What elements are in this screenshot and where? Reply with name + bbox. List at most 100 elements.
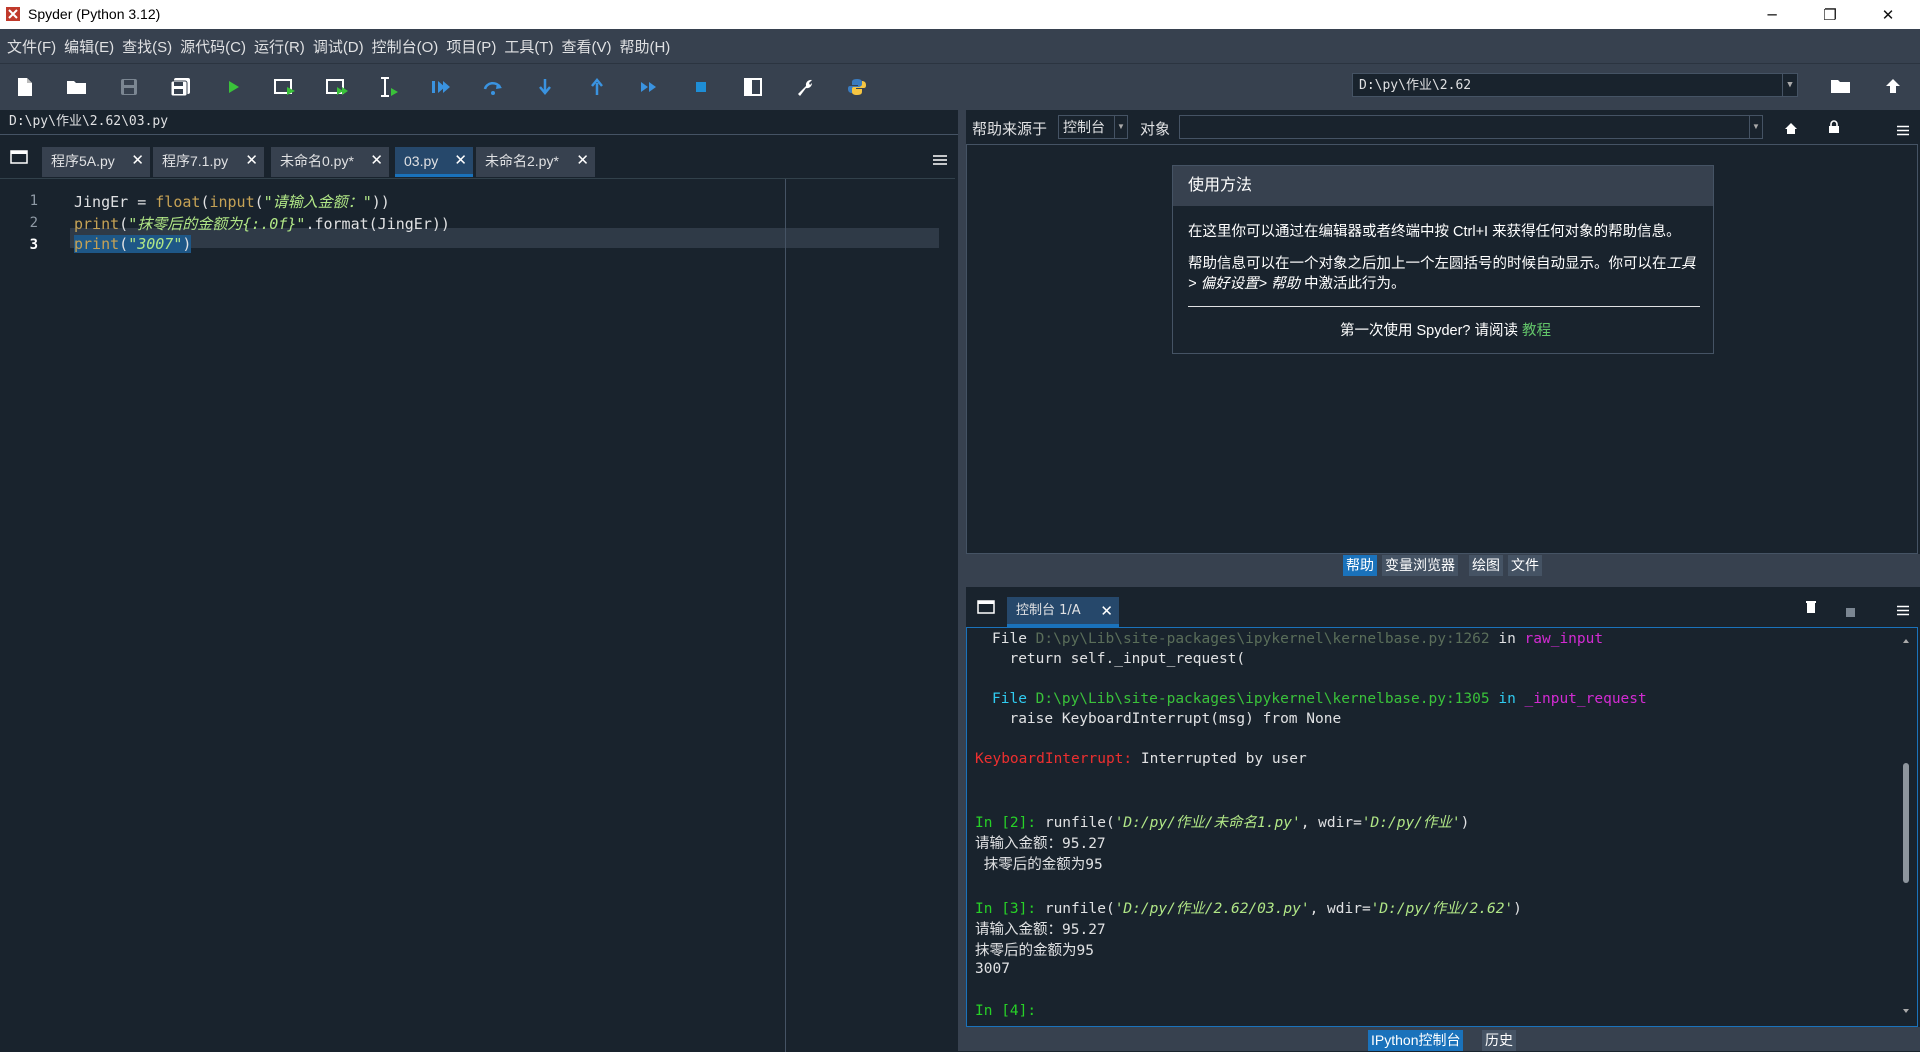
tutorial-line: 第一次使用 Spyder? 请阅读 教程	[1339, 323, 1552, 339]
save-all-icon[interactable]	[166, 72, 196, 102]
options-menu-icon[interactable]	[932, 151, 948, 170]
restore-button[interactable]: ❐	[1801, 0, 1859, 29]
close-icon[interactable]: ✕	[245, 147, 258, 175]
options-menu-icon[interactable]	[1896, 121, 1910, 140]
menu-edit[interactable]: 编辑(E)	[60, 36, 118, 57]
help-source-combo[interactable]: 控制台 ▼	[1058, 115, 1128, 139]
interrupt-kernel-icon[interactable]	[1846, 602, 1855, 621]
step-return-icon[interactable]	[582, 72, 612, 102]
close-icon[interactable]: ✕	[370, 147, 383, 175]
options-menu-icon[interactable]	[1896, 601, 1910, 620]
code-line: JingEr = float(input("请输入金额："))	[74, 193, 390, 211]
menu-file[interactable]: 文件(F)	[0, 36, 60, 57]
browse-tabs-icon[interactable]	[977, 599, 995, 618]
clear-console-icon[interactable]	[1805, 599, 1817, 618]
console-input-line: In [3]: runfile('D:/py/作业/2.62/03.py', w…	[975, 901, 1522, 917]
tab-label: 未命名2.py*	[485, 153, 559, 169]
close-icon[interactable]: ✕	[131, 147, 144, 175]
tutorial-link[interactable]: 教程	[1522, 323, 1551, 339]
edge-line	[785, 179, 786, 1052]
console-pane-tabs: IPython控制台 历史	[966, 1027, 1920, 1051]
tab-history[interactable]: 历史	[1482, 1030, 1516, 1051]
close-icon[interactable]: ✕	[1100, 597, 1113, 625]
editor-tab-active[interactable]: 03.py ✕	[395, 147, 473, 177]
menu-run[interactable]: 运行(R)	[250, 36, 309, 57]
console-output-line: 3007	[975, 961, 1010, 977]
close-window-button[interactable]: ✕	[1859, 0, 1917, 29]
usage-card-title: 使用方法	[1173, 166, 1713, 206]
wrench-icon[interactable]	[790, 72, 820, 102]
browse-directory-icon[interactable]	[1826, 71, 1856, 101]
help-toolbar: 帮助来源于 控制台 ▼ 对象 ▼	[966, 110, 1920, 144]
lock-icon[interactable]	[1828, 119, 1840, 138]
editor-tab[interactable]: 未命名2.py* ✕	[476, 147, 595, 177]
step-over-icon[interactable]	[478, 72, 508, 102]
code-line-selected: print("3007")	[74, 235, 192, 253]
line-number: 2	[29, 215, 38, 231]
save-icon[interactable]	[114, 72, 144, 102]
menu-view[interactable]: 查看(V)	[557, 36, 615, 57]
browse-tabs-icon[interactable]	[10, 149, 28, 168]
step-into-icon[interactable]	[530, 72, 560, 102]
title-bar: Spyder (Python 3.12) ─ ❐ ✕	[0, 0, 1920, 29]
editor-file-path: D:\py\作业\2.62\03.py	[0, 110, 958, 134]
usage-paragraph-1: 在这里你可以通过在编辑器或者终端中按 Ctrl+I 来获得任何对象的帮助信息。	[1188, 224, 1681, 240]
open-folder-icon[interactable]	[62, 72, 92, 102]
console-line: File D:\py\Lib\site-packages\ipykernel\k…	[992, 631, 1604, 647]
close-icon[interactable]: ✕	[576, 147, 589, 175]
divider	[1188, 306, 1700, 307]
ipython-console[interactable]: File D:\py\Lib\site-packages\ipykernel\k…	[966, 627, 1918, 1027]
close-icon[interactable]: ✕	[454, 147, 467, 175]
object-input[interactable]: ▼	[1179, 115, 1763, 139]
help-pane-tabs: 帮助 变量浏览器 绘图 文件	[966, 554, 1920, 577]
chevron-down-icon[interactable]: ▼	[1782, 74, 1797, 96]
home-icon[interactable]	[1784, 120, 1798, 139]
window-title: Spyder (Python 3.12)	[28, 6, 161, 22]
debug-icon[interactable]	[426, 72, 456, 102]
editor-tab[interactable]: 未命名0.py* ✕	[271, 147, 389, 177]
maximize-pane-icon[interactable]	[738, 72, 768, 102]
console-scrollbar[interactable]	[1901, 637, 1911, 1017]
help-source-value: 控制台	[1063, 119, 1105, 135]
menu-projects[interactable]: 项目(P)	[442, 36, 500, 57]
tab-plots[interactable]: 绘图	[1469, 555, 1503, 576]
run-cell-advance-icon[interactable]	[322, 72, 352, 102]
stop-icon[interactable]	[686, 72, 716, 102]
console-output-line: 抹零后的金额为95	[975, 857, 1103, 873]
run-icon[interactable]	[218, 72, 248, 102]
minimize-button[interactable]: ─	[1743, 0, 1801, 29]
tab-label: 未命名0.py*	[280, 153, 354, 169]
run-cell-icon[interactable]	[270, 72, 300, 102]
menu-consoles[interactable]: 控制台(O)	[368, 36, 443, 57]
tab-help[interactable]: 帮助	[1343, 555, 1377, 576]
console-tab-bar: 控制台 1/A ✕	[966, 587, 1920, 627]
object-label: 对象	[1140, 121, 1171, 138]
line-number: 1	[29, 193, 38, 209]
pane-splitter-horizontal[interactable]	[966, 577, 1920, 587]
tab-ipython-console[interactable]: IPython控制台	[1368, 1030, 1464, 1051]
pane-splitter[interactable]	[958, 110, 966, 1051]
code-editor[interactable]: 1 2 3 JingEr = float(input("请输入金额：")) pr…	[0, 178, 955, 1052]
run-selection-icon[interactable]	[374, 72, 404, 102]
editor-tab[interactable]: 程序5A.py ✕	[42, 147, 150, 177]
console-prompt[interactable]: In [4]:	[975, 1003, 1036, 1019]
menu-help[interactable]: 帮助(H)	[615, 36, 674, 57]
console-input-line: In [2]: runfile('D:/py/作业/未命名1.py', wdir…	[975, 815, 1470, 831]
tab-files[interactable]: 文件	[1508, 555, 1542, 576]
console-output-line: 请输入金额：95.27	[975, 836, 1106, 852]
menu-debug[interactable]: 调试(D)	[309, 36, 368, 57]
new-file-icon[interactable]	[10, 72, 40, 102]
console-tab[interactable]: 控制台 1/A ✕	[1007, 597, 1119, 627]
tab-label: 程序5A.py	[51, 153, 115, 169]
tab-variable-explorer[interactable]: 变量浏览器	[1382, 555, 1458, 576]
menu-tools[interactable]: 工具(T)	[500, 36, 557, 57]
editor-tab[interactable]: 程序7.1.py ✕	[153, 147, 264, 177]
menu-source[interactable]: 源代码(C)	[176, 36, 250, 57]
working-directory-combo[interactable]: D:\py\作业\2.62 ▼	[1352, 73, 1798, 97]
spyder-logo-icon	[6, 7, 20, 21]
menu-search[interactable]: 查找(S)	[118, 36, 176, 57]
console-output-line: 抹零后的金额为95	[975, 943, 1094, 959]
continue-icon[interactable]	[634, 72, 664, 102]
parent-directory-icon[interactable]	[1878, 71, 1908, 101]
python-path-icon[interactable]	[842, 72, 872, 102]
